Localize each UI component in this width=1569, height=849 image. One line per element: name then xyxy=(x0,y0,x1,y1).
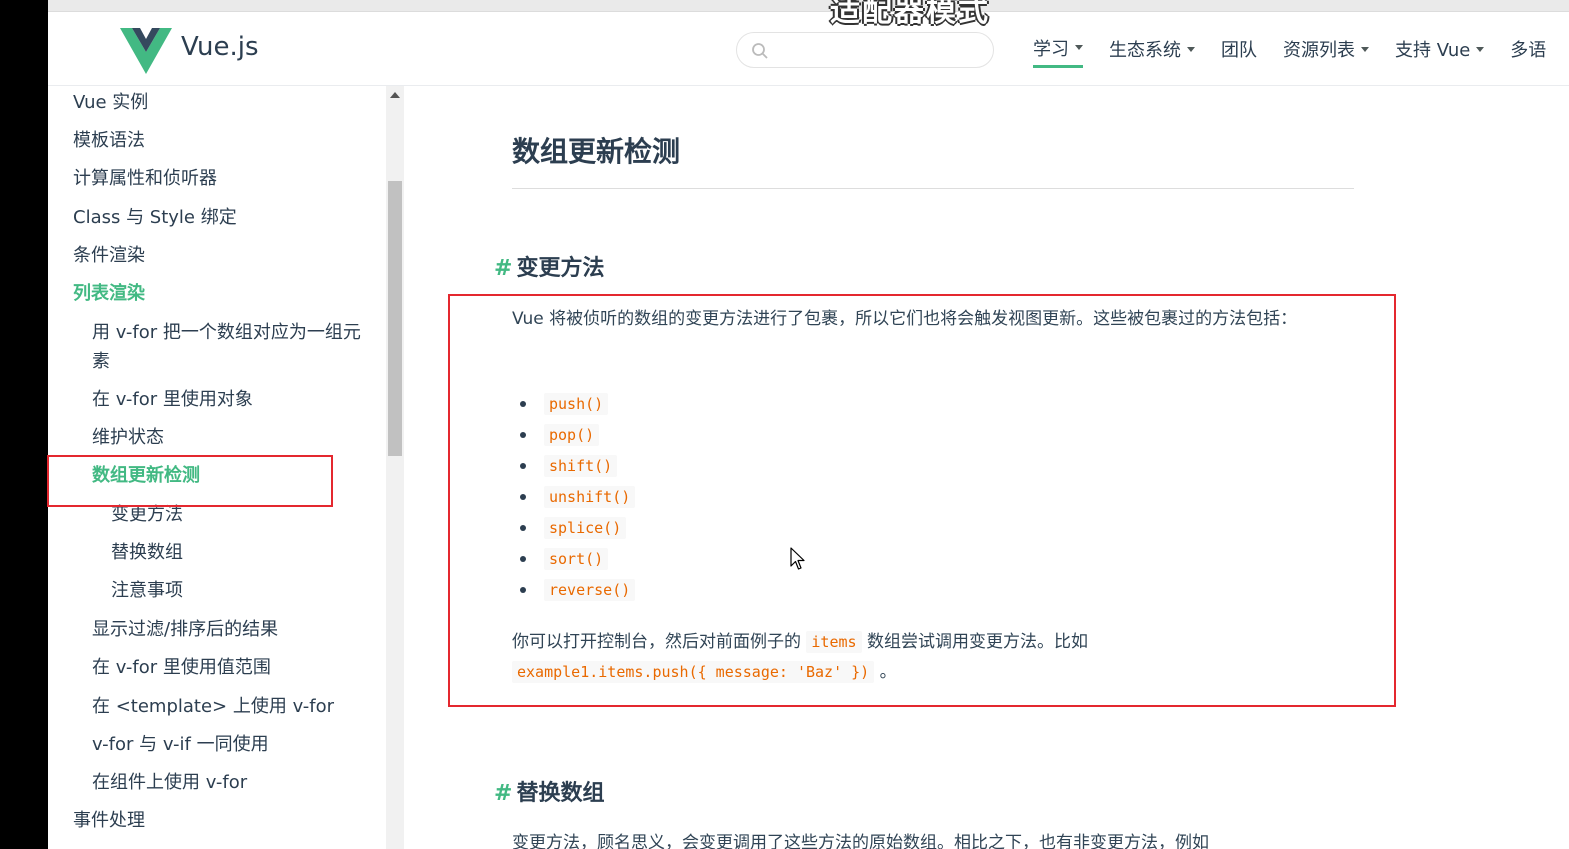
nav-languages[interactable]: 多语 xyxy=(1510,36,1546,66)
anchor-link[interactable]: # xyxy=(494,256,512,281)
scroll-up-arrow-icon[interactable] xyxy=(390,92,400,98)
main-content: 数组更新检测 # 变更方法 Vue 将被侦听的数组的变更方法进行了包裹，所以它们也… xyxy=(404,86,1569,849)
sidebar-item-class-style[interactable]: Class 与 Style 绑定 xyxy=(73,203,237,229)
browser-top-strip xyxy=(48,0,1569,12)
sidebar-item-computed[interactable]: 计算属性和侦听器 xyxy=(73,164,217,190)
list-item: shift() xyxy=(520,450,635,481)
main-nav: 学习 生态系统 团队 资源列表 支持 Vue 多语 xyxy=(1033,35,1569,68)
sidebar-item-event-handling[interactable]: 事件处理 xyxy=(73,806,145,832)
mutation-outro: 你可以打开控制台，然后对前面例子的 items 数组尝试调用变更方法。比如 ex… xyxy=(512,631,1088,683)
method-list: push() pop() shift() unshift() splice() … xyxy=(520,388,636,605)
sidebar-item-state[interactable]: 维护状态 xyxy=(92,423,164,449)
sidebar: Vue 实例 模板语法 计算属性和侦听器 Class 与 Style 绑定 条件… xyxy=(48,86,386,849)
sidebar-item-vfor-vif[interactable]: v-for 与 v-if 一同使用 xyxy=(92,730,269,756)
site-header: Vue.js 学习 生态系统 团队 资源列表 支持 Vue 多语 xyxy=(48,12,1569,86)
section-heading-mutation: # 变更方法 xyxy=(494,256,605,281)
nav-team[interactable]: 团队 xyxy=(1221,36,1257,66)
mouse-cursor-icon xyxy=(790,547,805,570)
bullet-icon xyxy=(520,524,526,531)
video-overlay-title: 适配器模式 xyxy=(830,0,990,29)
sidebar-item-list-rendering[interactable]: 列表渲染 xyxy=(73,279,145,305)
chevron-down-icon xyxy=(1075,45,1083,50)
sidebar-item-mutation-methods[interactable]: 变更方法 xyxy=(111,500,183,526)
list-item: unshift() xyxy=(520,481,636,512)
nav-ecosystem[interactable]: 生态系统 xyxy=(1109,36,1195,66)
sidebar-item-vfor-array[interactable]: 用 v-for 把一个数组对应为一组元 xyxy=(92,318,361,344)
page-title: 数组更新检测 xyxy=(512,135,681,168)
brand-name[interactable]: Vue.js xyxy=(181,32,259,62)
bullet-icon xyxy=(520,586,526,593)
nav-learn[interactable]: 学习 xyxy=(1033,35,1083,68)
search-box[interactable] xyxy=(736,32,994,68)
inline-code-items: items xyxy=(806,631,862,653)
sidebar-item-vfor-range[interactable]: 在 v-for 里使用值范围 xyxy=(92,653,271,679)
sidebar-item-vue-instance[interactable]: Vue 实例 xyxy=(73,88,148,114)
bullet-icon xyxy=(520,493,526,500)
chevron-down-icon xyxy=(1476,46,1485,52)
sidebar-item-vfor-template[interactable]: 在 <template> 上使用 v-for xyxy=(92,692,334,718)
sidebar-item-caveats[interactable]: 注意事项 xyxy=(111,576,183,602)
bullet-icon xyxy=(520,400,526,407)
sidebar-item-vfor-array-cont[interactable]: 素 xyxy=(92,347,110,373)
list-item: splice() xyxy=(520,512,635,543)
section-heading-replace: # 替换数组 xyxy=(494,781,605,806)
chevron-down-icon xyxy=(1187,46,1195,52)
search-input[interactable] xyxy=(777,39,977,61)
list-item: pop() xyxy=(520,419,635,450)
black-margin xyxy=(0,0,48,849)
search-icon xyxy=(752,43,768,59)
sidebar-item-vfor-component[interactable]: 在组件上使用 v-for xyxy=(92,768,247,794)
sidebar-scrollbar[interactable] xyxy=(386,86,404,849)
sidebar-item-conditional[interactable]: 条件渲染 xyxy=(73,241,145,267)
chevron-down-icon xyxy=(1361,46,1369,52)
sidebar-item-template-syntax[interactable]: 模板语法 xyxy=(73,126,145,152)
sidebar-item-replace-array[interactable]: 替换数组 xyxy=(111,538,183,564)
inline-code-example: example1.items.push({ message: 'Baz' }) xyxy=(512,661,875,683)
mutation-intro: Vue 将被侦听的数组的变更方法进行了包裹，所以它们也将会触发视图更新。这些被包… xyxy=(512,309,1298,329)
scrollbar-thumb[interactable] xyxy=(388,181,402,456)
anchor-link[interactable]: # xyxy=(494,781,512,806)
bullet-icon xyxy=(520,462,526,469)
sidebar-item-array-detection[interactable]: 数组更新检测 xyxy=(92,461,200,487)
nav-support-vue[interactable]: 支持 Vue xyxy=(1395,36,1485,66)
nav-resources[interactable]: 资源列表 xyxy=(1283,36,1369,66)
bullet-icon xyxy=(520,431,526,438)
list-item: push() xyxy=(520,388,635,419)
sidebar-item-filtered-results[interactable]: 显示过滤/排序后的结果 xyxy=(92,615,278,641)
title-divider xyxy=(512,188,1354,189)
list-item: sort() xyxy=(520,543,635,574)
replace-intro: 变更方法，顾名思义，会变更调用了这些方法的原始数组。相比之下，也有非变更方法，例… xyxy=(512,833,1209,849)
sidebar-item-vfor-object[interactable]: 在 v-for 里使用对象 xyxy=(92,385,253,411)
bullet-icon xyxy=(520,555,526,562)
list-item: reverse() xyxy=(520,574,636,605)
vue-logo-icon[interactable] xyxy=(120,28,172,74)
